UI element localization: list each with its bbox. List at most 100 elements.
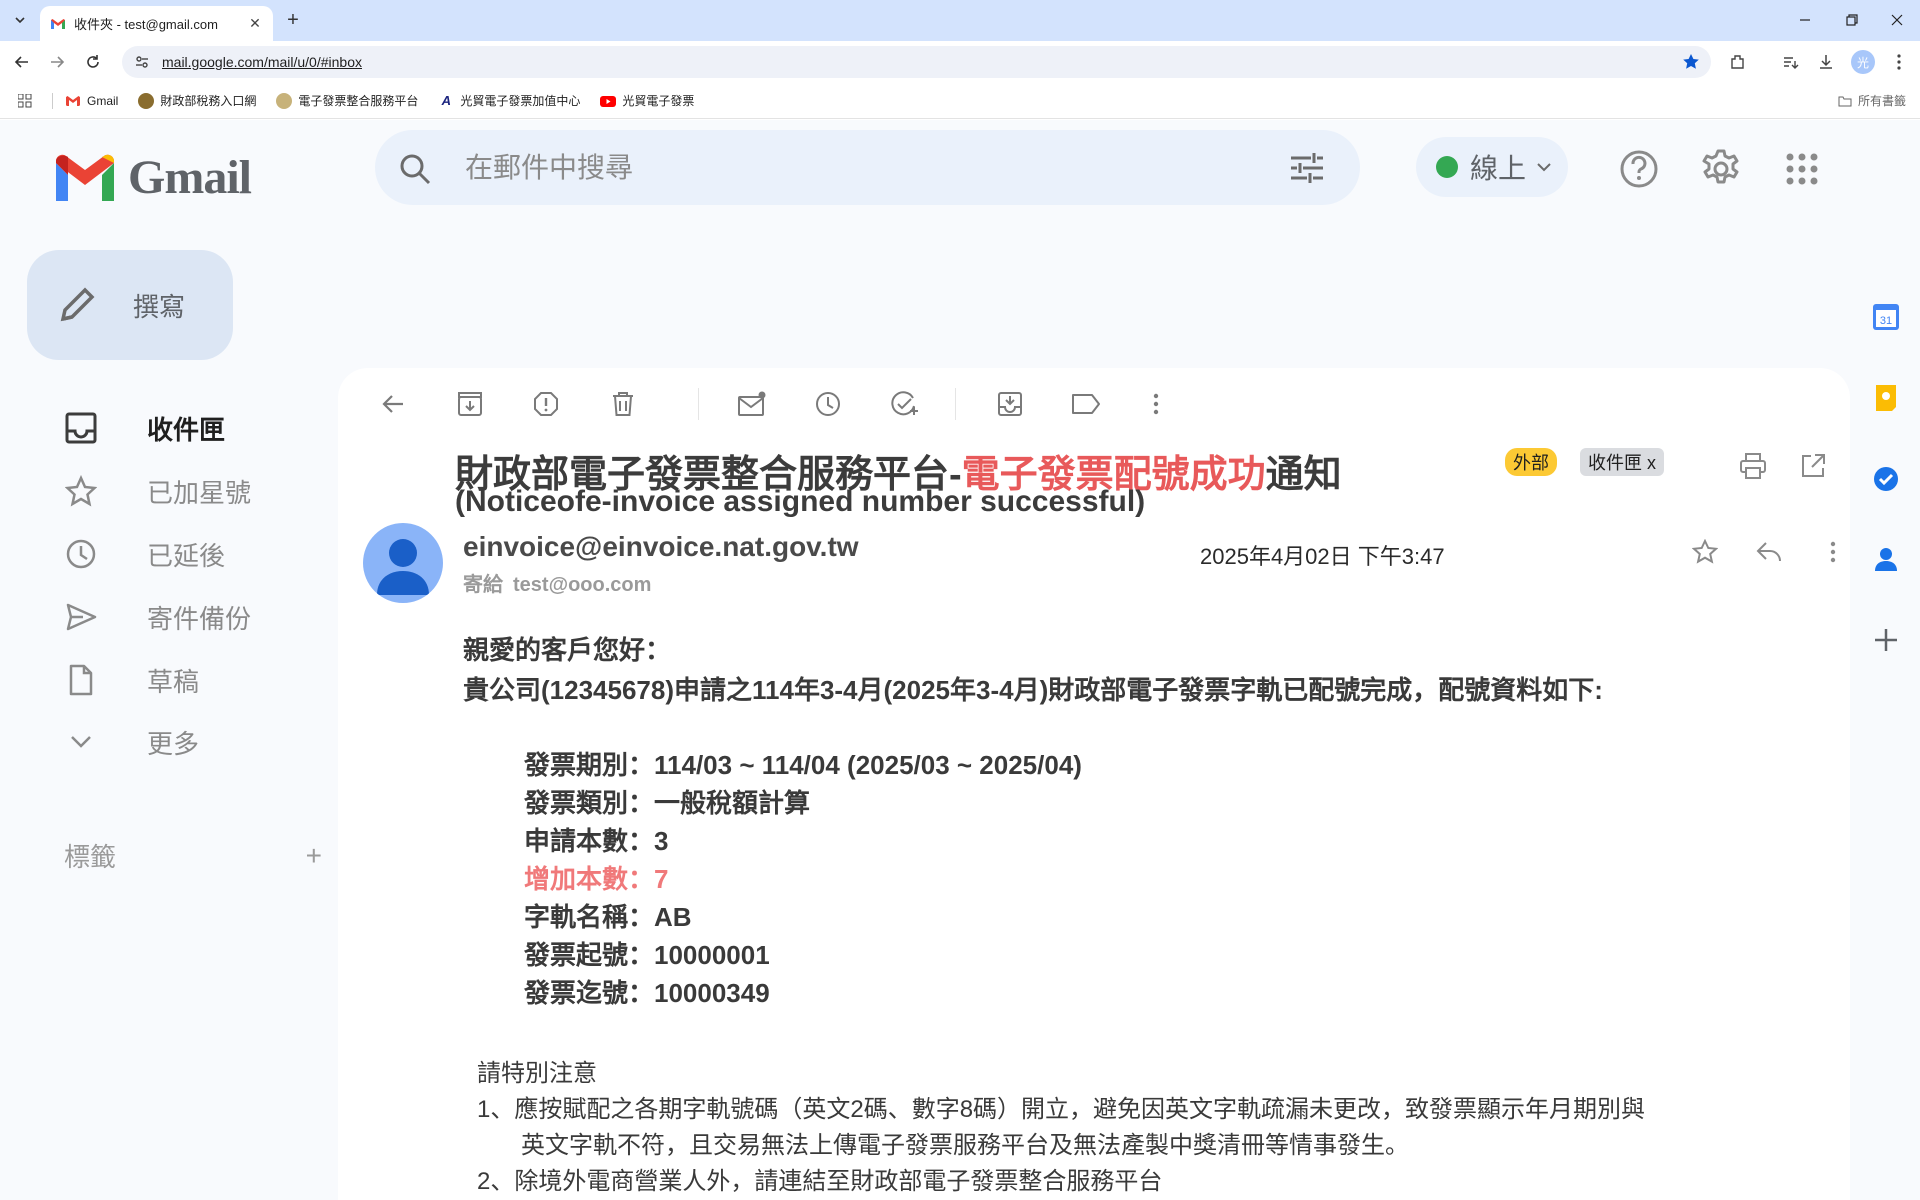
restore-icon bbox=[1846, 14, 1858, 26]
youtube-icon bbox=[600, 95, 617, 107]
a-logo-icon: A bbox=[438, 92, 455, 109]
browser-menu-icon[interactable] bbox=[1886, 49, 1912, 75]
extensions-icon[interactable] bbox=[1725, 49, 1751, 75]
star-icon[interactable] bbox=[1687, 534, 1723, 570]
browser-tab-gmail[interactable]: 收件夾 - test@gmail.com ✕ bbox=[40, 6, 273, 41]
note-1-line-2: 英文字軌不符，且交易無法上傳電子發票服務平台及無法產製中獎清冊等情事發生。 bbox=[521, 1132, 1409, 1159]
profile-avatar[interactable]: 光 bbox=[1851, 50, 1875, 74]
bookmarks-bar: Gmail 財政部稅務入口網 電子發票整合服務平台 A 光貿電子發票加值中心 光貿… bbox=[0, 83, 1920, 119]
sidebar-item-sent[interactable]: 寄件備份 bbox=[27, 592, 327, 642]
settings-gear-icon[interactable] bbox=[1700, 148, 1742, 190]
assignment-details: 發票期別：114/03 ~ 114/04 (2025/03 ~ 2025/04)… bbox=[524, 746, 1803, 1012]
label-tag-icon[interactable] bbox=[1068, 386, 1104, 422]
search-icon[interactable] bbox=[399, 153, 431, 185]
sidebar-item-starred[interactable]: 已加星號 bbox=[27, 466, 327, 516]
add-label-icon[interactable]: + bbox=[306, 840, 322, 872]
new-tab-button[interactable]: + bbox=[282, 10, 304, 32]
sender-avatar[interactable] bbox=[363, 523, 443, 603]
message-pane: 財政部電子發票整合服務平台-電子發票配號成功通知 (Noticeofe-invo… bbox=[338, 368, 1850, 1200]
email-date: 2025年4月02日 下午3:47 bbox=[1200, 544, 1445, 569]
tab-strip: 收件夾 - test@gmail.com ✕ + bbox=[0, 0, 1920, 41]
recipient-line[interactable]: 寄給 test@ooo.com bbox=[463, 568, 651, 597]
sidebar-item-label: 更多 bbox=[147, 728, 200, 759]
greeting: 親愛的客戶您好： bbox=[463, 635, 672, 665]
search-input[interactable] bbox=[465, 148, 1225, 188]
bookmark-label: 電子發票整合服務平台 bbox=[298, 94, 419, 108]
note-1-line-1: 1、應按賦配之各期字軌號碼（英文2碼、數字8碼）開立，避免因英文字軌疏漏未更改，… bbox=[477, 1096, 1646, 1123]
open-in-new-window-icon[interactable] bbox=[1795, 448, 1831, 484]
field-end: 發票迄號：10000349 bbox=[524, 978, 770, 1008]
message-more-icon[interactable] bbox=[1815, 534, 1851, 570]
archive-icon[interactable] bbox=[452, 386, 488, 422]
snooze-clock-icon[interactable] bbox=[810, 386, 846, 422]
print-icon[interactable] bbox=[1735, 448, 1771, 484]
site-info-icon[interactable] bbox=[128, 48, 156, 76]
bookmark-einvoice-platform[interactable]: 電子發票整合服務平台 bbox=[276, 92, 418, 109]
help-icon[interactable] bbox=[1618, 148, 1660, 190]
field-track: 字軌名稱：AB bbox=[524, 902, 692, 932]
add-to-tasks-icon[interactable] bbox=[887, 386, 923, 422]
sender-address[interactable]: einvoice@einvoice.nat.gov.tw bbox=[463, 531, 859, 563]
address-bar[interactable]: mail.google.com/mail/u/0/#inbox bbox=[122, 46, 1711, 78]
sidebar-item-snoozed[interactable]: 已延後 bbox=[27, 529, 327, 579]
tab-title: 收件夾 - test@gmail.com bbox=[74, 17, 218, 32]
inbox-label-chip[interactable]: 收件匣 x bbox=[1580, 448, 1665, 476]
search-bar[interactable] bbox=[375, 130, 1360, 205]
minimize-button[interactable] bbox=[1782, 6, 1828, 34]
close-icon bbox=[1891, 14, 1903, 26]
reading-list-icon[interactable] bbox=[1777, 49, 1803, 75]
back-to-inbox-icon[interactable] bbox=[375, 386, 411, 422]
download-icon[interactable] bbox=[1813, 49, 1839, 75]
back-button[interactable] bbox=[8, 48, 36, 76]
sidebar-item-more[interactable]: 更多 bbox=[27, 717, 327, 767]
forward-button[interactable] bbox=[43, 48, 71, 76]
email-subject-english: (Noticeofe-invoice assigned number succe… bbox=[455, 485, 1146, 518]
status-selector[interactable]: 線上 bbox=[1416, 137, 1568, 197]
search-options-icon[interactable] bbox=[1290, 152, 1324, 184]
more-actions-icon[interactable] bbox=[1138, 386, 1174, 422]
apps-grid-icon[interactable] bbox=[1781, 148, 1823, 190]
compose-button[interactable]: 撰寫 bbox=[27, 250, 233, 360]
tasks-icon[interactable] bbox=[1871, 464, 1901, 494]
reply-icon[interactable] bbox=[1751, 534, 1787, 570]
arrow-right-icon bbox=[51, 56, 65, 68]
contacts-icon[interactable] bbox=[1871, 544, 1901, 574]
restore-button[interactable] bbox=[1829, 6, 1875, 34]
apps-grid-icon[interactable] bbox=[18, 93, 32, 108]
calendar-icon[interactable]: 31 bbox=[1871, 302, 1901, 332]
url-text[interactable]: mail.google.com/mail/u/0/#inbox bbox=[162, 54, 362, 70]
sidebar-item-label: 寄件備份 bbox=[147, 603, 252, 634]
sidebar-item-drafts[interactable]: 草稿 bbox=[27, 655, 327, 705]
svg-text:31: 31 bbox=[1880, 315, 1892, 327]
keep-icon[interactable] bbox=[1871, 383, 1901, 413]
clock-icon bbox=[61, 534, 101, 574]
gmail-logo[interactable]: Gmail bbox=[52, 150, 252, 205]
bookmark-youtube[interactable]: 光貿電子發票 bbox=[600, 92, 694, 109]
status-label: 線上 bbox=[1470, 153, 1527, 184]
sidebar-item-inbox[interactable]: 收件匣 bbox=[27, 403, 327, 453]
tab-close-icon[interactable]: ✕ bbox=[247, 15, 263, 32]
field-type: 發票類別：一般稅額計算 bbox=[524, 788, 811, 818]
reload-button[interactable] bbox=[79, 48, 107, 76]
external-label-chip[interactable]: 外部 bbox=[1505, 448, 1557, 476]
bookmark-label: 財政部稅務入口網 bbox=[160, 94, 257, 108]
close-window-button[interactable] bbox=[1874, 6, 1920, 34]
move-to-icon[interactable] bbox=[992, 386, 1028, 422]
all-bookmarks[interactable]: 所有書籤 bbox=[1838, 92, 1906, 109]
field-start: 發票起號：10000001 bbox=[524, 940, 770, 970]
chevron-down-icon bbox=[1537, 163, 1551, 172]
bookmark-star-icon[interactable] bbox=[1681, 52, 1701, 72]
report-spam-icon[interactable] bbox=[528, 386, 564, 422]
bookmark-gmail[interactable]: Gmail bbox=[65, 93, 118, 109]
browser-chrome: 收件夾 - test@gmail.com ✕ + mail.google.com… bbox=[0, 0, 1920, 120]
mark-unread-icon[interactable] bbox=[734, 386, 770, 422]
delete-trash-icon[interactable] bbox=[605, 386, 641, 422]
chevron-down-icon bbox=[61, 722, 101, 762]
tab-search-button[interactable] bbox=[8, 8, 32, 32]
bookmark-mof-tax[interactable]: 財政部稅務入口網 bbox=[138, 92, 256, 109]
add-addon-icon[interactable] bbox=[1871, 625, 1901, 655]
to-label: 寄給 bbox=[463, 574, 503, 596]
subject-suffix: 通知 bbox=[1265, 454, 1342, 496]
to-address: test@ooo.com bbox=[513, 574, 652, 596]
bookmark-vas-center[interactable]: A 光貿電子發票加值中心 bbox=[438, 92, 580, 109]
